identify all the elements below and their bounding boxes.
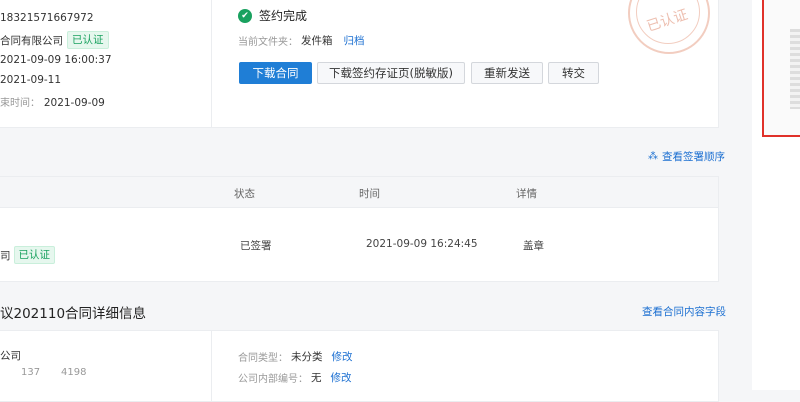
deadline-date: 2021-09-11 — [0, 74, 62, 86]
download-certificate-button[interactable]: 下载签约存证页(脱敏版) — [317, 62, 465, 84]
details-card — [0, 330, 719, 402]
internal-code-value: 无 — [311, 372, 322, 384]
document-preview-thumbnail — [790, 29, 800, 109]
folder-value: 发件箱 — [301, 35, 333, 47]
detail-company: 公司 — [0, 350, 21, 362]
signer-time: 2021-09-09 16:24:45 — [366, 238, 478, 250]
contract-type-row: 合同类型： 未分类 修改 — [238, 349, 353, 364]
contract-type-label: 合同类型： — [238, 353, 288, 364]
status-row: ✔ 签约完成 — [238, 7, 307, 24]
check-circle-icon: ✔ — [238, 8, 252, 23]
download-contract-button[interactable]: 下载合同 — [239, 62, 312, 84]
header-status: 状态 — [234, 188, 255, 200]
view-content-fields-link[interactable]: 查看合同内容字段 — [642, 304, 726, 319]
end-time-value: 2021-09-09 — [43, 97, 105, 109]
folder-row: 当前文件夹： 发件箱 归档 — [238, 33, 365, 48]
internal-code-row: 公司内部编号： 无 修改 — [238, 370, 352, 385]
details-title: 议202110合同详细信息 — [0, 306, 147, 322]
signer-detail: 盖章 — [523, 240, 544, 252]
divider-vertical — [211, 0, 212, 127]
verified-badge: 已认证 — [67, 31, 109, 49]
signer-name-row: 司 已认证 — [0, 246, 55, 264]
end-time-row: 束时间： 2021-09-09 — [0, 94, 105, 109]
view-sign-order-link[interactable]: ⁂ 查看签署顺序 — [648, 149, 725, 164]
internal-code-edit-link[interactable]: 修改 — [331, 370, 352, 385]
sender-company: 合同有限公司 — [0, 34, 63, 47]
detail-num1: 137 — [21, 367, 41, 378]
sender-phone: 18321571667972 — [0, 12, 94, 24]
archive-link[interactable]: 归档 — [344, 33, 365, 48]
contract-type-edit-link[interactable]: 修改 — [332, 349, 353, 364]
internal-code-label: 公司内部编号： — [238, 374, 308, 385]
detail-num2: 4198 — [61, 367, 87, 378]
send-time: 2021-09-09 16:00:37 — [0, 54, 112, 66]
view-sign-order-label: 查看签署顺序 — [662, 151, 725, 163]
resend-button[interactable]: 重新发送 — [471, 62, 543, 84]
transfer-button[interactable]: 转交 — [548, 62, 599, 84]
signer-verified-badge: 已认证 — [13, 246, 55, 264]
signer-name: 司 — [0, 249, 11, 262]
divider-vertical — [211, 331, 212, 401]
signer-status: 已签署 — [240, 240, 272, 252]
header-detail: 详情 — [516, 188, 537, 200]
org-chart-icon: ⁂ — [648, 151, 658, 162]
preview-highlight-frame[interactable] — [762, 0, 800, 137]
folder-label: 当前文件夹： — [238, 37, 298, 48]
contract-type-value: 未分类 — [291, 351, 323, 363]
sender-company-row: 合同有限公司 已认证 — [0, 31, 109, 49]
end-time-label: 束时间： — [0, 98, 40, 109]
status-title: 签约完成 — [259, 9, 308, 23]
header-time: 时间 — [359, 188, 380, 200]
